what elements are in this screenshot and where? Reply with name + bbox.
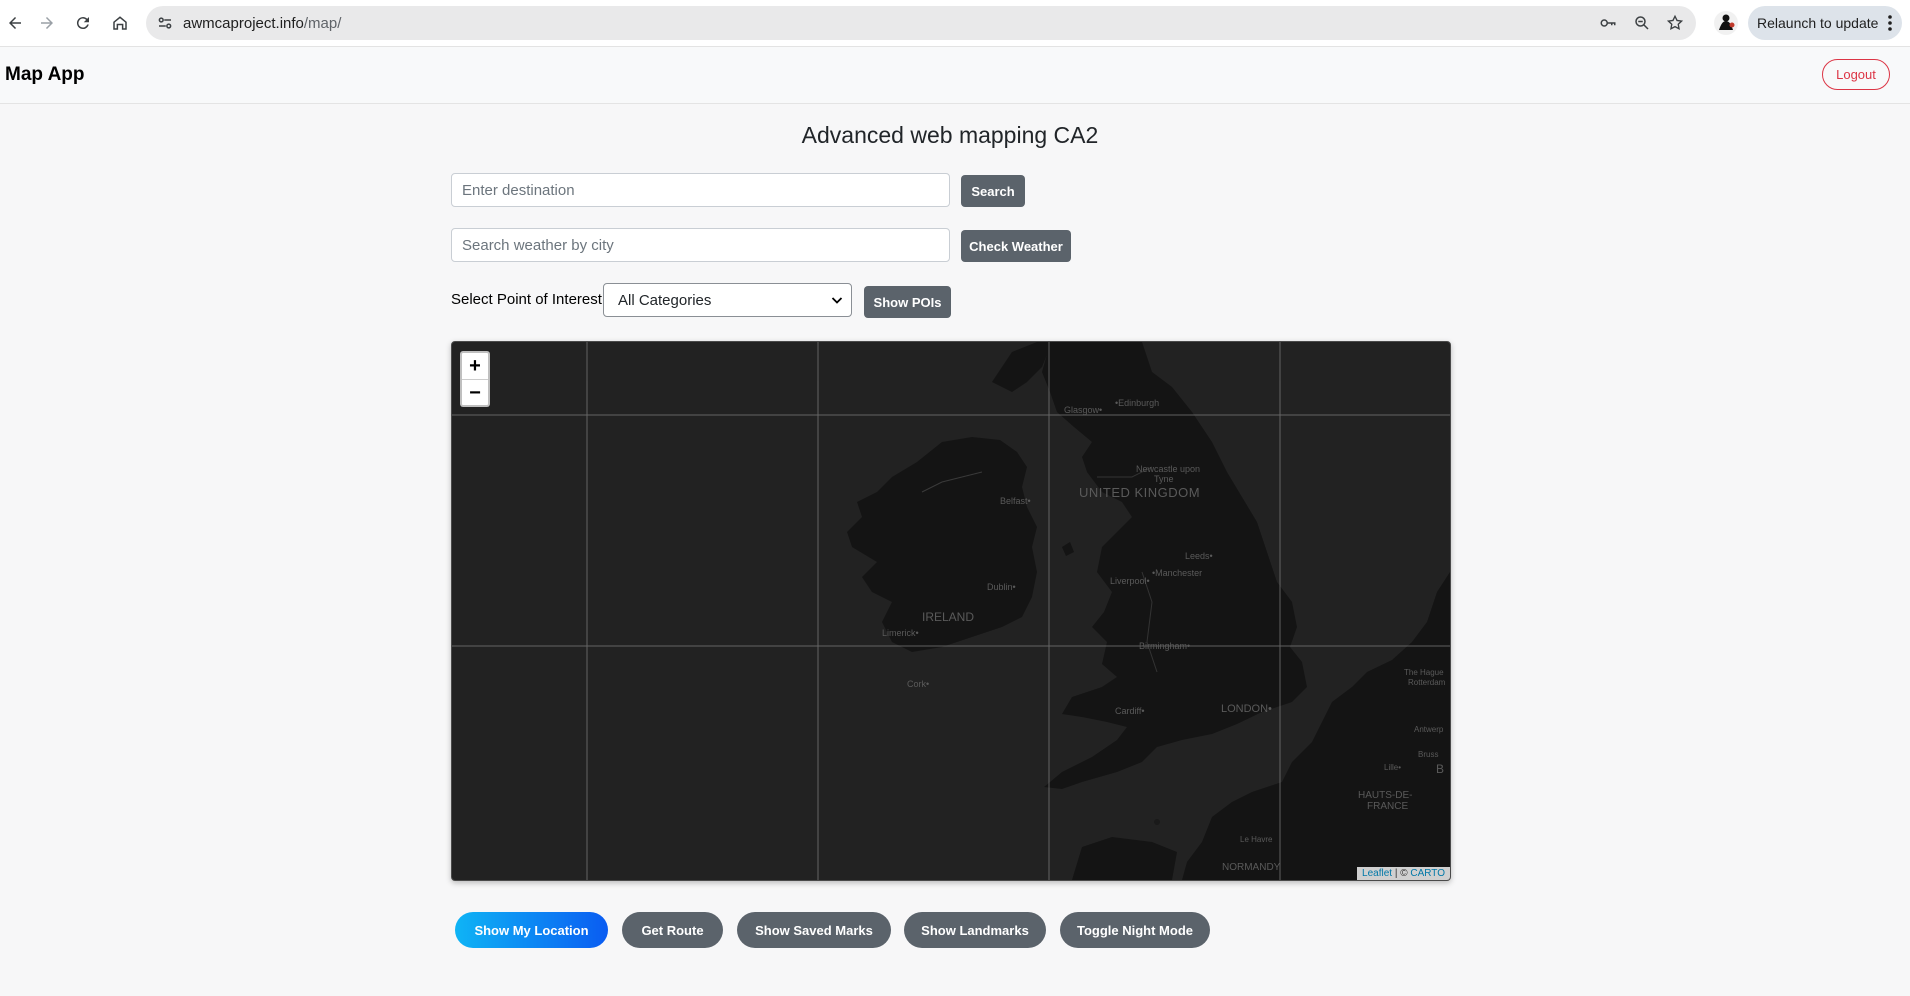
show-pois-button[interactable]: Show POIs — [864, 286, 951, 318]
map-label-glasgow: Glasgow• — [1064, 405, 1102, 415]
reload-icon — [76, 17, 89, 30]
map-label-limerick: Limerick• — [882, 628, 919, 638]
chevron-down-icon — [831, 297, 843, 304]
relaunch-label: Relaunch to update — [1757, 15, 1879, 31]
map-label-edinburgh: •Edinburgh — [1115, 398, 1159, 408]
map-label-london: LONDON• — [1221, 703, 1272, 715]
map-label-normandy: NORMANDY — [1222, 862, 1281, 873]
map-label-birmingham: Birmingham• — [1139, 641, 1190, 651]
scotland-west-coast — [992, 342, 1052, 392]
map-label-united-kingdom: UNITED KINGDOM — [1079, 485, 1200, 500]
password-key-icon[interactable] — [1599, 14, 1617, 32]
check-weather-button[interactable]: Check Weather — [961, 230, 1071, 262]
map-label-liverpool: Liverpool• — [1110, 576, 1150, 586]
map-label-le-havre: Le Havre — [1240, 835, 1273, 844]
zoom-icon[interactable] — [1633, 14, 1651, 32]
map-container[interactable]: Glasgow• •Edinburgh UNITED KINGDOM Newca… — [451, 341, 1451, 881]
site-settings-icon[interactable] — [156, 14, 174, 32]
home-icon — [113, 16, 127, 30]
map-label-newcastle: Newcastle upon — [1136, 464, 1200, 474]
toggle-night-mode-button[interactable]: Toggle Night Mode — [1060, 912, 1210, 948]
show-landmarks-button[interactable]: Show Landmarks — [904, 912, 1046, 948]
carto-link[interactable]: CARTO — [1410, 868, 1445, 879]
weather-city-input[interactable] — [451, 228, 950, 262]
map-label-leeds: Leeds• — [1185, 551, 1213, 561]
map-label-b: B — [1436, 762, 1444, 776]
zoom-control: + − — [460, 351, 490, 407]
logout-button[interactable]: Logout — [1822, 59, 1890, 90]
map-label-brussels: Bruss — [1418, 750, 1438, 759]
map-label-the-hague: The Hague — [1404, 668, 1444, 677]
url-path: /map/ — [303, 15, 342, 32]
show-saved-marks-button[interactable]: Show Saved Marks — [737, 912, 891, 948]
home-button[interactable] — [105, 8, 135, 38]
zoom-out-button[interactable]: − — [462, 379, 488, 406]
browser-toolbar: awmcaproject.info/map/ Relaunch to updat… — [0, 0, 1910, 47]
map-attribution: Leaflet | © CARTO — [1357, 867, 1450, 880]
map-label-dublin: Dublin• — [987, 582, 1016, 592]
address-bar[interactable]: awmcaproject.info/map/ — [146, 6, 1696, 40]
url-text: awmcaproject.info/map/ — [183, 15, 341, 32]
map-label-belfast: Belfast• — [1000, 496, 1031, 506]
profile-avatar-icon[interactable] — [1713, 10, 1739, 36]
brittany — [1072, 837, 1177, 880]
map-label-hauts-de-france-2: FRANCE — [1367, 801, 1408, 812]
map-label-ireland: IRELAND — [922, 610, 974, 624]
relaunch-button[interactable]: Relaunch to update — [1748, 6, 1902, 40]
map-label-lille: Lille• — [1384, 763, 1401, 772]
map-label-rotterdam: Rotterdam — [1408, 678, 1446, 687]
page-title: Advanced web mapping CA2 — [801, 122, 1099, 148]
destination-input[interactable] — [451, 173, 950, 207]
app-navbar: Map App Logout — [0, 47, 1910, 104]
arrow-right-icon — [41, 17, 53, 29]
reload-button[interactable] — [68, 8, 98, 38]
arrow-left-icon — [9, 17, 21, 29]
forward-button[interactable] — [32, 8, 62, 38]
more-vertical-icon — [1888, 15, 1892, 31]
map-label-tyne: Tyne — [1154, 474, 1174, 484]
isle-of-man — [1062, 542, 1074, 556]
poi-label: Select Point of Interest: — [451, 291, 607, 308]
attribution-separator: | © — [1392, 868, 1411, 879]
search-button[interactable]: Search — [961, 175, 1025, 207]
poi-category-select[interactable]: All Categories — [603, 283, 852, 317]
poi-selected-value: All Categories — [618, 291, 712, 309]
map-label-hauts-de-france-1: HAUTS-DE- — [1358, 790, 1412, 801]
map-label-antwerp: Antwerp — [1414, 725, 1444, 734]
leaflet-link[interactable]: Leaflet — [1362, 868, 1392, 879]
get-route-button[interactable]: Get Route — [622, 912, 723, 948]
url-host: awmcaproject.info — [183, 15, 304, 32]
map-tiles[interactable]: Glasgow• •Edinburgh UNITED KINGDOM Newca… — [452, 342, 1450, 880]
map-label-cork: Cork• — [907, 679, 929, 689]
brand-title[interactable]: Map App — [5, 64, 85, 86]
bookmark-star-icon[interactable] — [1666, 14, 1684, 32]
back-button[interactable] — [0, 8, 30, 38]
map-label-cardiff: Cardiff• — [1115, 706, 1145, 716]
show-my-location-button[interactable]: Show My Location — [455, 912, 608, 948]
map-label-manchester: •Manchester — [1152, 568, 1202, 578]
zoom-in-button[interactable]: + — [462, 353, 488, 379]
